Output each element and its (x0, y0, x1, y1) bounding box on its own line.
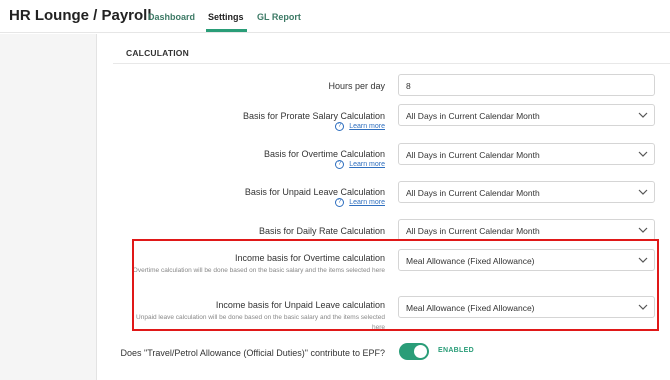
hours-per-day-input[interactable]: 8 (398, 74, 655, 96)
learn-more-link[interactable]: Learn more (349, 161, 385, 168)
question-circle-icon: ? (335, 198, 345, 207)
chevron-down-icon (638, 227, 648, 233)
learn-more-link[interactable]: Learn more (349, 199, 385, 206)
sidebar (0, 34, 97, 380)
unpaid-leave-basis-select[interactable]: All Days in Current Calendar Month (398, 181, 655, 203)
daily-rate-basis-select[interactable]: All Days in Current Calendar Month (398, 219, 655, 241)
question-circle-icon: ? (335, 160, 345, 169)
tab-settings[interactable]: Settings (208, 12, 244, 22)
prorate-basis-value: All Days in Current Calendar Month (406, 111, 540, 121)
question-circle-icon: ? (335, 122, 345, 131)
toggle-knob (414, 345, 427, 358)
epf-toggle-label: Does "Travel/Petrol Allowance (Official … (120, 348, 386, 358)
tab-gl-report[interactable]: GL Report (257, 12, 301, 22)
unpaid-leave-basis-value: All Days in Current Calendar Month (406, 188, 540, 198)
chevron-down-icon (638, 151, 648, 157)
prorate-basis-label: Basis for Prorate Salary Calculation (242, 111, 385, 121)
daily-rate-basis-label: Basis for Daily Rate Calculation (258, 226, 385, 236)
active-tab-indicator (206, 29, 247, 32)
top-bar: HR Lounge / Payroll Dashboard Settings G… (0, 0, 670, 33)
overtime-basis-label: Basis for Overtime Calculation (263, 149, 385, 159)
chevron-down-icon (638, 112, 648, 118)
unpaid-leave-basis-label: Basis for Unpaid Leave Calculation (244, 187, 385, 197)
overtime-basis-select[interactable]: All Days in Current Calendar Month (398, 143, 655, 165)
app-title: HR Lounge / Payroll (9, 7, 152, 24)
overtime-basis-value: All Days in Current Calendar Month (406, 150, 540, 160)
unpaid-leave-learn-more[interactable]: ? Learn more (335, 198, 385, 207)
section-title: CALCULATION (126, 48, 189, 58)
hours-per-day-label: Hours per day (328, 81, 385, 91)
tab-dashboard[interactable]: Dashboard (148, 12, 195, 22)
overtime-learn-more[interactable]: ? Learn more (335, 160, 385, 169)
epf-toggle-switch[interactable] (399, 343, 429, 360)
chevron-down-icon (638, 189, 648, 195)
highlight-box (132, 239, 659, 331)
prorate-basis-select[interactable]: All Days in Current Calendar Month (398, 104, 655, 126)
epf-toggle-status: ENABLED (438, 347, 474, 354)
learn-more-link[interactable]: Learn more (349, 123, 385, 130)
section-divider (113, 63, 670, 64)
daily-rate-basis-value: All Days in Current Calendar Month (406, 226, 540, 236)
prorate-learn-more[interactable]: ? Learn more (335, 122, 385, 131)
hours-per-day-value: 8 (406, 81, 411, 91)
